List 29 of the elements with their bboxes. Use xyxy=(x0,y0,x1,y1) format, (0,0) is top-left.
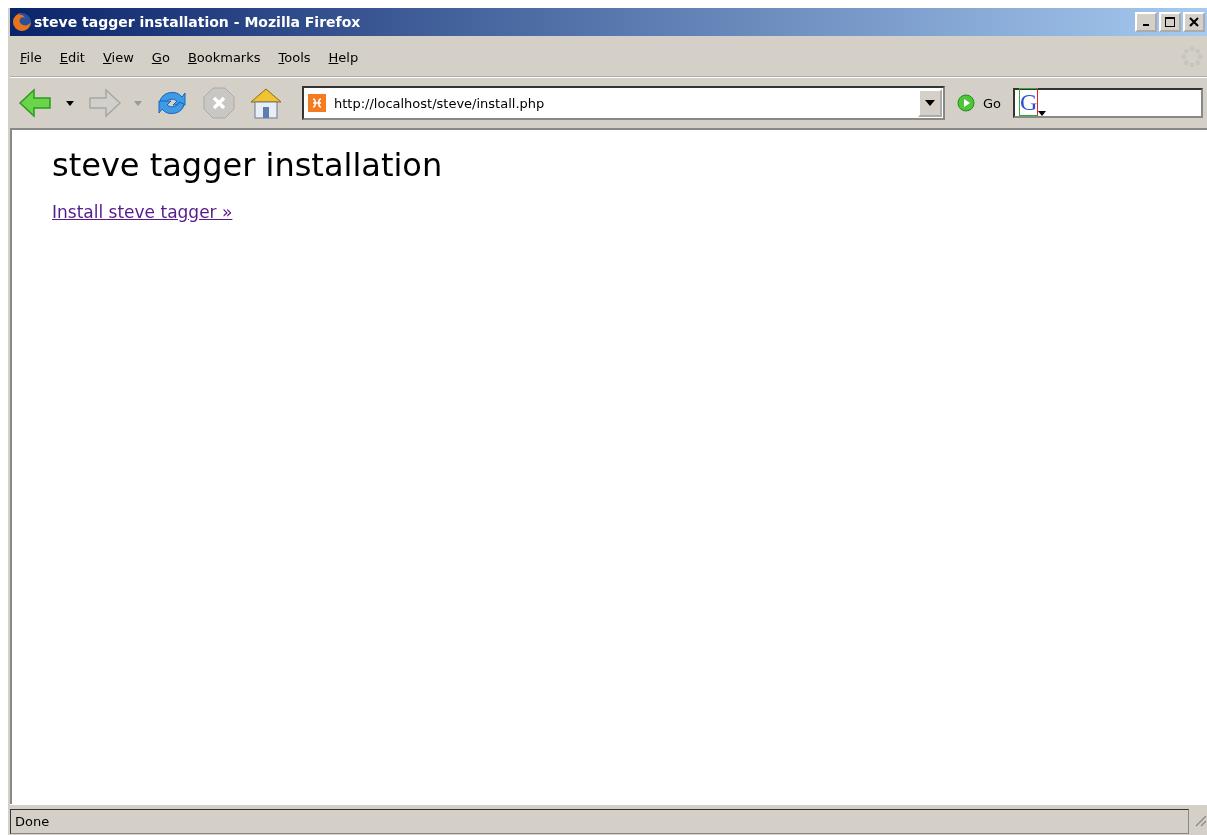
caret-icon[interactable] xyxy=(1038,111,1047,116)
menu-item[interactable]: View xyxy=(96,49,146,65)
status-text: Done xyxy=(10,808,1189,834)
menu-item[interactable]: Tools xyxy=(272,49,323,65)
maximize-button[interactable] xyxy=(1159,12,1181,32)
menu-item[interactable]: File xyxy=(14,49,54,65)
go-button[interactable]: Go xyxy=(948,94,1009,112)
page-heading: steve tagger installation xyxy=(52,146,444,184)
menu-item[interactable]: Go xyxy=(145,49,182,65)
window-title: steve tagger installation - Mozilla Firefox xyxy=(34,14,362,30)
search-field[interactable]: G xyxy=(1013,88,1203,118)
resize-grip-icon xyxy=(1193,813,1207,827)
close-icon xyxy=(1189,17,1199,27)
dropdown-button[interactable] xyxy=(917,89,942,117)
search-engine-logo[interactable]: G xyxy=(1019,88,1039,116)
minimize-button[interactable] xyxy=(1135,12,1157,32)
site-icon xyxy=(308,94,326,112)
caret-icon[interactable] xyxy=(66,100,74,106)
menu-item[interactable]: Edit xyxy=(53,49,97,65)
play-icon xyxy=(956,94,975,112)
menu-item[interactable]: Help xyxy=(322,49,371,65)
address-bar[interactable]: http://localhost/steve/install.php xyxy=(302,86,945,120)
browser-logo-icon xyxy=(12,12,32,32)
maximize-icon xyxy=(1165,17,1175,27)
caret-icon xyxy=(924,100,935,106)
menu-item[interactable]: Bookmarks xyxy=(181,49,273,65)
minimize-icon xyxy=(1143,24,1149,26)
install-link[interactable]: Install steve tagger » xyxy=(52,202,233,222)
close-button[interactable] xyxy=(1183,12,1205,32)
